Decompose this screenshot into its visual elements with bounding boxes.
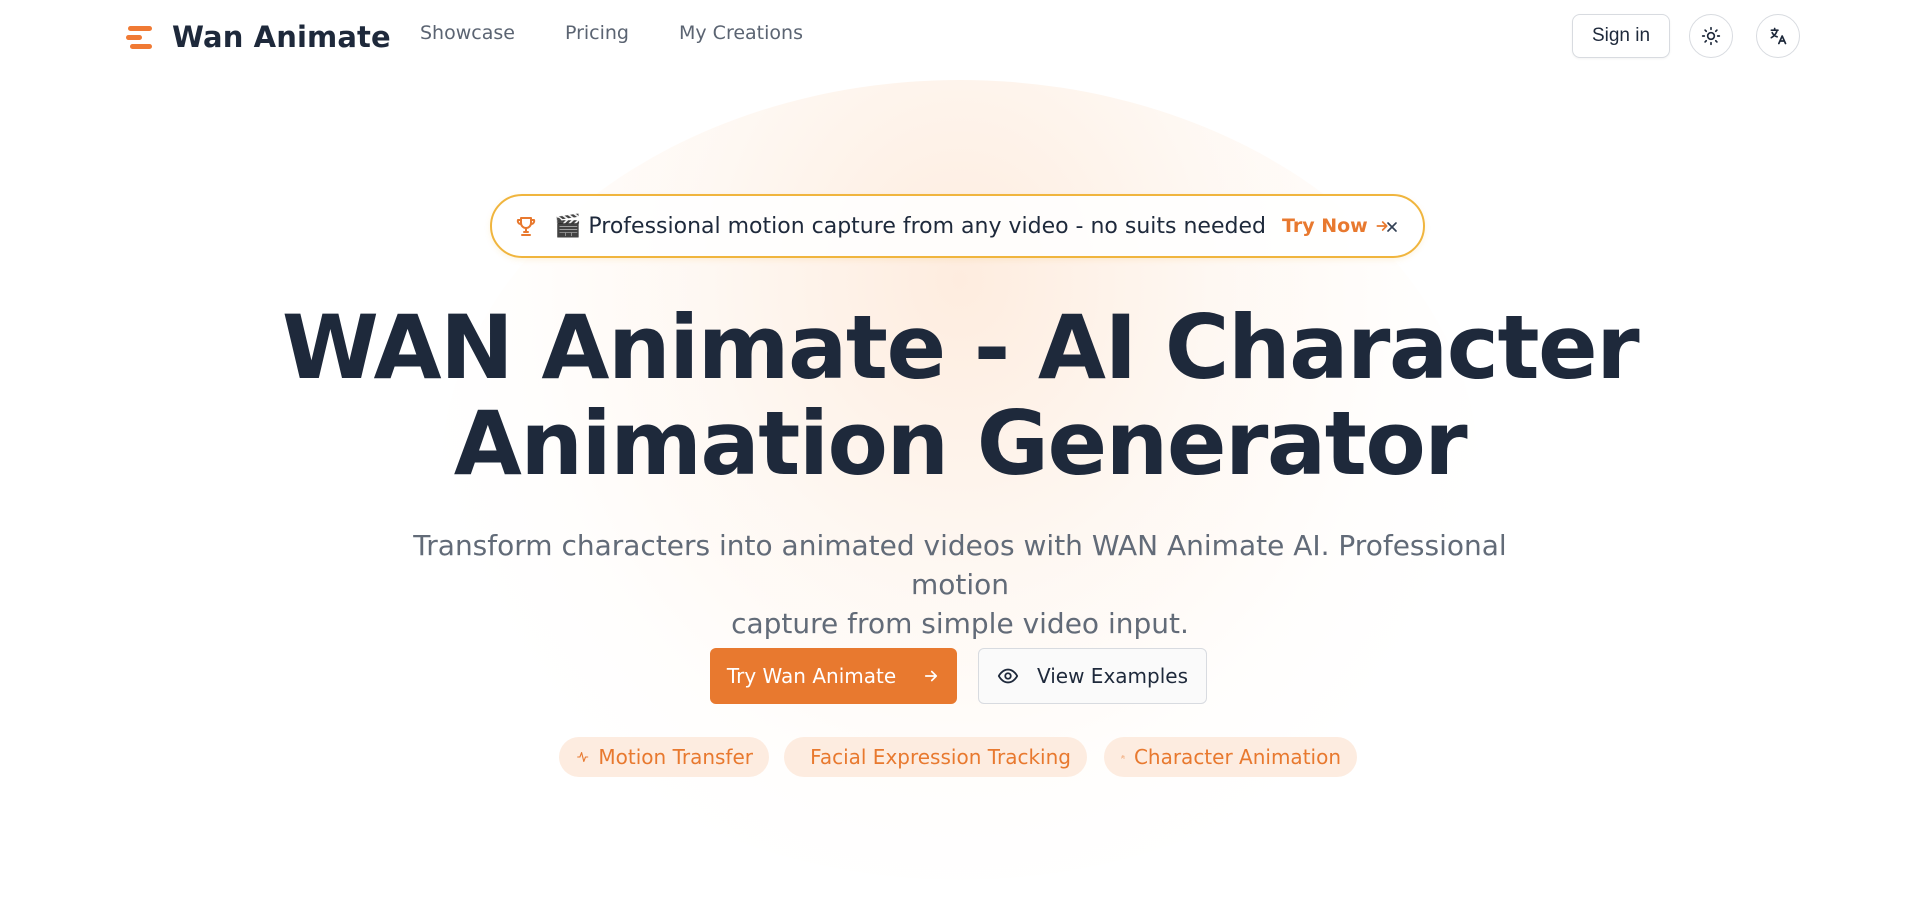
close-announcement-button[interactable] <box>1379 214 1405 240</box>
sun-icon <box>1701 26 1721 46</box>
hero-title-line-2: Animation Generator <box>453 392 1468 495</box>
trophy-icon <box>516 217 536 236</box>
announcement-banner: 🎬 Professional motion capture from any v… <box>490 194 1425 258</box>
main-nav: Showcase Pricing My Creations <box>420 22 803 44</box>
nav-item-pricing[interactable]: Pricing <box>565 22 629 44</box>
announcement-message: Professional motion capture from any vid… <box>588 213 1266 239</box>
language-button[interactable] <box>1756 14 1800 58</box>
translate-icon <box>1770 27 1787 45</box>
clapper-emoji: 🎬 <box>554 213 582 239</box>
announcement-text: 🎬 Professional motion capture from any v… <box>554 214 1266 239</box>
page: Wan Animate Showcase Pricing My Creation… <box>0 0 1920 897</box>
brand-name: Wan Animate <box>172 20 391 54</box>
hero-title: WAN Animate - AI Character Animation Gen… <box>260 300 1660 492</box>
users-icon <box>1121 755 1125 759</box>
close-icon <box>1387 222 1397 232</box>
try-wan-animate-label: Try Wan Animate <box>726 664 897 688</box>
view-examples-button[interactable]: View Examples <box>978 648 1207 704</box>
hero-title-line-1: WAN Animate - AI Character <box>281 296 1640 399</box>
feature-tag-character-animation: Character Animation <box>1104 737 1357 777</box>
try-now-label: Try Now <box>1281 215 1368 237</box>
view-examples-label: View Examples <box>1036 664 1188 688</box>
feature-tag-label: Character Animation <box>1133 745 1341 769</box>
hero-subtitle: Transform characters into animated video… <box>360 526 1560 643</box>
feature-tags: Motion Transfer Facial Expression Tracki… <box>0 737 1920 777</box>
theme-toggle-button[interactable] <box>1689 14 1733 58</box>
hero-subtitle-line-2: capture from simple video input. <box>731 607 1189 640</box>
nav-item-my-creations[interactable]: My Creations <box>679 22 803 44</box>
feature-tag-label: Facial Expression Tracking <box>810 745 1071 769</box>
nav-item-showcase[interactable]: Showcase <box>420 22 515 44</box>
try-wan-animate-button[interactable]: Try Wan Animate <box>710 648 957 704</box>
try-now-link[interactable]: Try Now <box>1282 215 1390 237</box>
activity-icon <box>577 751 589 763</box>
hero-subtitle-line-1: Transform characters into animated video… <box>413 529 1507 601</box>
feature-tag-facial-expression-tracking: Facial Expression Tracking <box>784 737 1087 777</box>
arrow-right-icon <box>925 670 938 682</box>
brand-logo-link[interactable]: Wan Animate <box>126 20 391 54</box>
site-header: Wan Animate Showcase Pricing My Creation… <box>0 0 1920 72</box>
feature-tag-label: Motion Transfer <box>598 745 753 769</box>
sign-in-button[interactable]: Sign in <box>1572 14 1670 58</box>
stacked-bars-logo-icon <box>126 23 154 51</box>
eye-icon <box>997 668 1019 684</box>
feature-tag-motion-transfer: Motion Transfer <box>559 737 769 777</box>
